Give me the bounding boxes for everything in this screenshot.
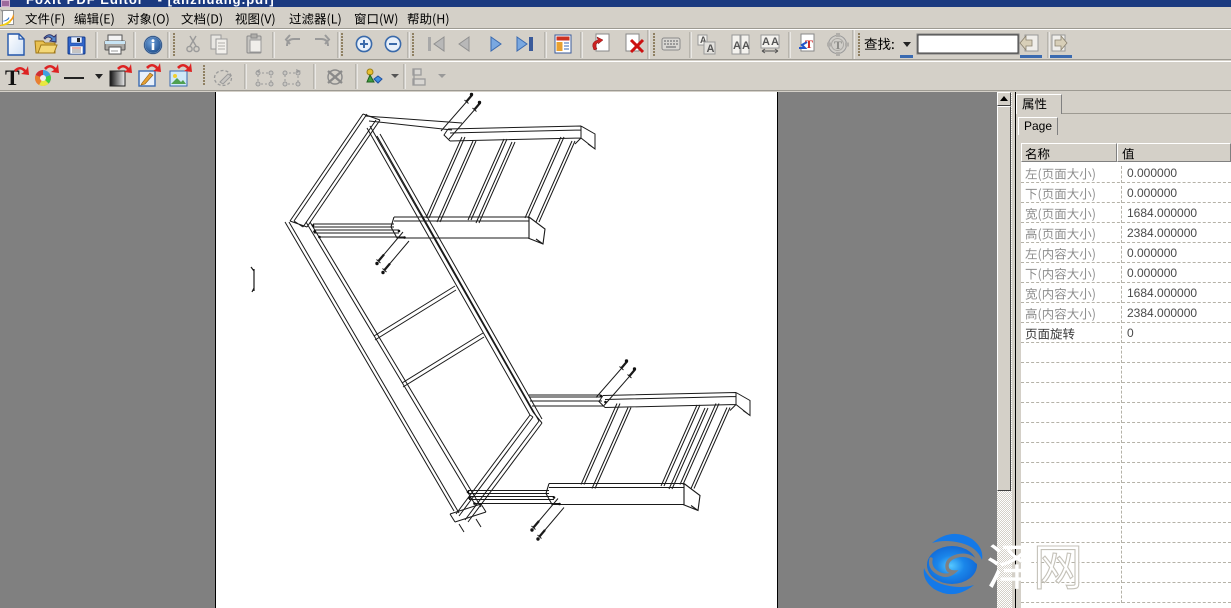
- svg-text:A: A: [707, 43, 715, 55]
- svg-text:T: T: [805, 37, 813, 51]
- svg-text:A: A: [733, 40, 741, 52]
- svg-text:A: A: [742, 40, 750, 52]
- svg-text:A: A: [762, 36, 770, 48]
- svg-text:A: A: [771, 36, 779, 48]
- svg-text:T: T: [834, 38, 842, 52]
